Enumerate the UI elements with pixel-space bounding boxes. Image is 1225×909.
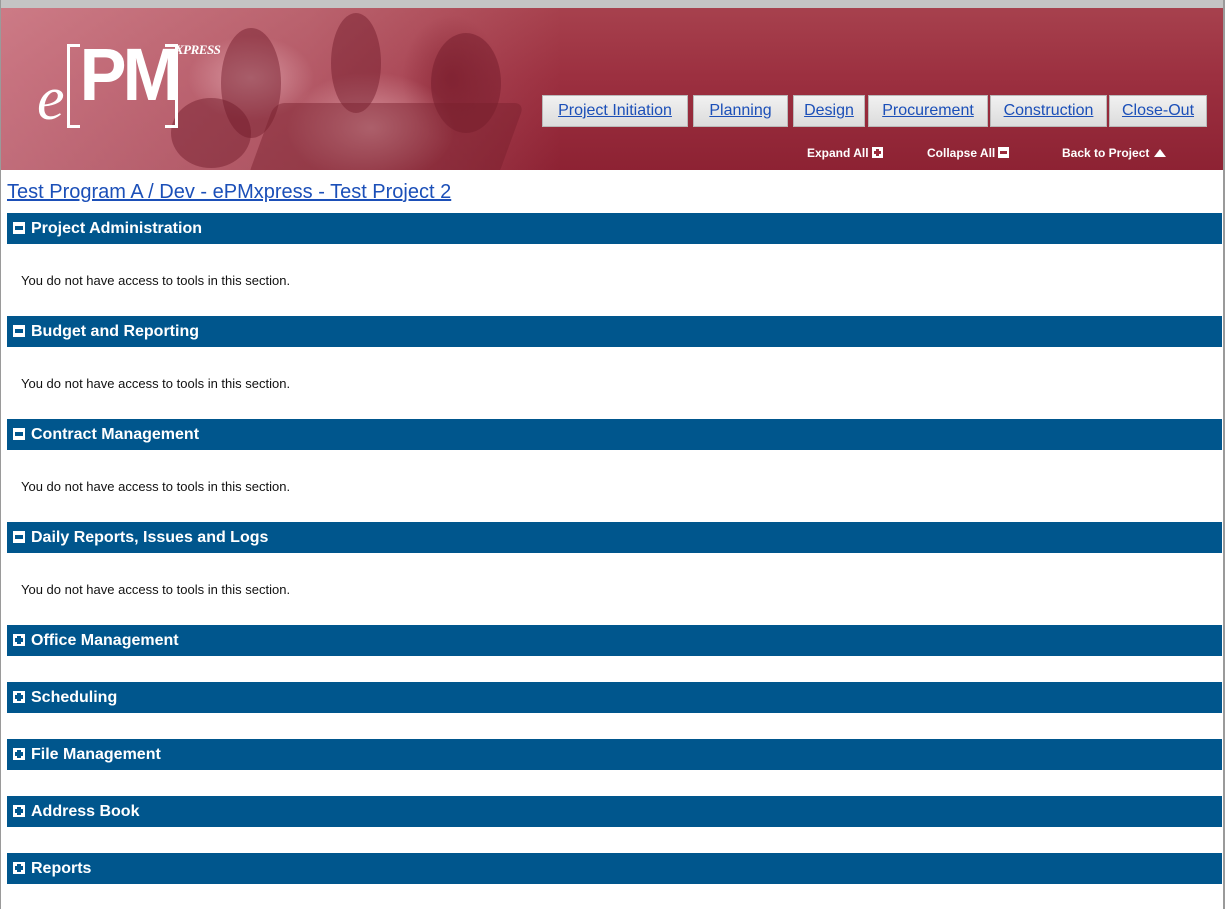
section-message: You do not have access to tools in this … (21, 273, 291, 288)
section-header-budget-and-reporting[interactable]: Budget and Reporting (7, 316, 1222, 347)
back-to-project-label: Back to Project (1062, 146, 1150, 160)
section-header-daily-reports[interactable]: Daily Reports, Issues and Logs (7, 522, 1222, 553)
photo-person (331, 13, 381, 113)
photo-table (247, 103, 525, 170)
plus-box-icon (13, 691, 25, 703)
tab-procurement[interactable]: Procurement (868, 95, 988, 127)
logo-e: e (37, 65, 65, 133)
section-message: You do not have access to tools in this … (21, 479, 291, 494)
minus-box-icon (13, 325, 25, 337)
minus-box-icon (13, 531, 25, 543)
page-title[interactable]: Test Program A / Dev - ePMxpress - Test … (7, 179, 451, 205)
section-title: Project Administration (31, 220, 202, 237)
collapse-all-label: Collapse All (927, 146, 996, 160)
expand-all-label: Expand All (807, 146, 869, 160)
section-title: Contract Management (31, 426, 200, 443)
section-header-office-management[interactable]: Office Management (7, 625, 1222, 656)
section-title: Reports (31, 860, 92, 877)
back-to-project-button[interactable]: Back to Project (1062, 145, 1167, 161)
minus-box-icon (998, 147, 1010, 158)
banner-top-strip (1, 0, 1223, 8)
plus-box-icon (13, 805, 25, 817)
tab-close-out[interactable]: Close-Out (1109, 95, 1207, 127)
section-title: Office Management (31, 632, 179, 649)
minus-box-icon (13, 222, 25, 234)
section-header-project-administration[interactable]: Project Administration (7, 213, 1222, 244)
section-header-address-book[interactable]: Address Book (7, 796, 1222, 827)
plus-box-icon (13, 862, 25, 874)
plus-box-icon (13, 634, 25, 646)
section-title: Budget and Reporting (31, 323, 199, 340)
section-title: File Management (31, 746, 161, 763)
section-title: Daily Reports, Issues and Logs (31, 529, 269, 546)
epm-xpress-logo: e PM XPRESS (37, 30, 237, 133)
logo-xpress: XPRESS (175, 42, 221, 57)
tab-project-initiation[interactable]: Project Initiation (542, 95, 688, 127)
minus-box-icon (13, 428, 25, 440)
section-message: You do not have access to tools in this … (21, 582, 291, 597)
plus-box-icon (871, 147, 883, 158)
logo-pm: PM (79, 33, 182, 116)
tab-construction[interactable]: Construction (990, 95, 1107, 127)
section-title: Scheduling (31, 689, 118, 706)
plus-box-icon (13, 748, 25, 760)
section-header-reports[interactable]: Reports (7, 853, 1222, 884)
tab-design[interactable]: Design (793, 95, 865, 127)
collapse-all-button[interactable]: Collapse All (927, 145, 1010, 161)
logo-bracket-left (67, 44, 80, 128)
tab-planning[interactable]: Planning (693, 95, 788, 127)
section-header-scheduling[interactable]: Scheduling (7, 682, 1222, 713)
section-header-file-management[interactable]: File Management (7, 739, 1222, 770)
section-header-contract-management[interactable]: Contract Management (7, 419, 1222, 450)
section-title: Address Book (31, 803, 140, 820)
header-banner: e PM XPRESS Project Initiation Planning … (1, 0, 1223, 170)
section-message: You do not have access to tools in this … (21, 376, 291, 391)
expand-all-button[interactable]: Expand All (807, 145, 883, 161)
arrow-up-icon (1154, 149, 1167, 157)
